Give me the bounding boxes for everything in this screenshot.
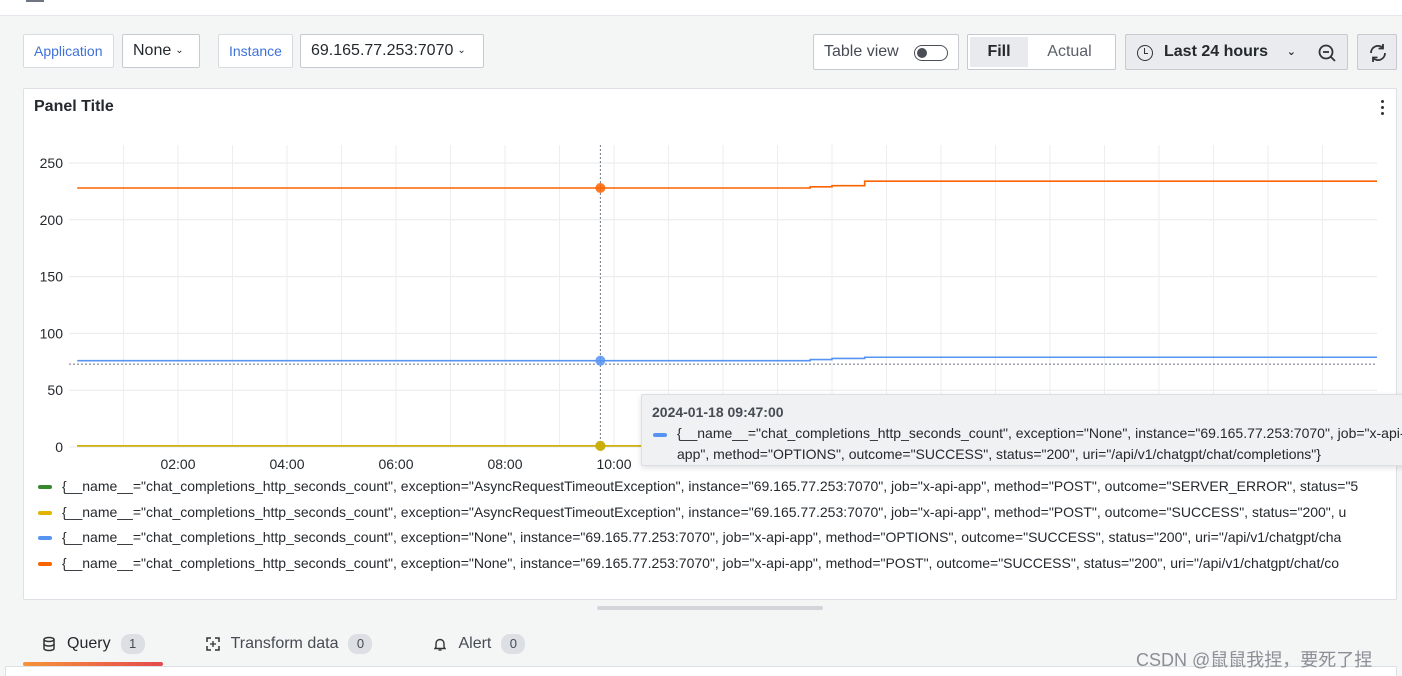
switch-knob bbox=[917, 47, 927, 58]
dashboard-toolbar: Application None ⌄ Instance 69.165.77.253… bbox=[0, 16, 1402, 86]
tooltip-series-swatch bbox=[653, 433, 667, 437]
legend-label: {__name__="chat_completions_http_seconds… bbox=[62, 503, 1347, 520]
tab-label: Query bbox=[67, 635, 111, 652]
transform-icon bbox=[205, 637, 220, 651]
chevron-down-icon: ⌄ bbox=[1286, 46, 1296, 58]
x-tick-label: 04:00 bbox=[269, 456, 304, 472]
x-axis: 02:00 04:00 06:00 08:00 10:00 bbox=[160, 456, 631, 472]
tab-count-badge: 0 bbox=[501, 634, 526, 654]
hover-cursor bbox=[595, 145, 606, 451]
legend-swatch bbox=[38, 510, 52, 515]
legend-item[interactable]: {__name__="chat_completions_http_seconds… bbox=[38, 526, 1388, 552]
menu-icon[interactable] bbox=[26, 0, 44, 2]
legend-item[interactable]: {__name__="chat_completions_http_seconds… bbox=[38, 475, 1388, 501]
hover-point bbox=[595, 440, 606, 451]
tooltip-series-label: {__name__="chat_completions_http_seconds… bbox=[677, 425, 1402, 462]
series-line-3 bbox=[77, 180, 1377, 189]
time-series-panel: Panel Title 0 50 100 150 200 250 02:00 04:00 06… bbox=[23, 88, 1402, 600]
tab-alert[interactable]: Alert 0 bbox=[414, 624, 543, 664]
y-tick-label: 200 bbox=[40, 212, 64, 228]
tab-count-badge: 0 bbox=[348, 634, 373, 654]
hover-tooltip: 2024-01-18 09:47:00 {__name__="chat_comp… bbox=[641, 394, 1402, 466]
zoom-out-icon bbox=[1318, 44, 1336, 62]
legend-label: {__name__="chat_completions_http_seconds… bbox=[62, 555, 1340, 572]
fill-button[interactable]: Fill bbox=[970, 37, 1028, 67]
tab-label: Transform data bbox=[230, 635, 339, 652]
legend-label: {__name__="chat_completions_http_seconds… bbox=[62, 529, 1342, 546]
table-view-label: Table view bbox=[824, 43, 899, 60]
legend-swatch bbox=[38, 485, 52, 489]
time-range-picker[interactable]: Last 24 hours ⌄ bbox=[1125, 34, 1309, 70]
editor-tabs: Query 1 Transform data 0 Alert 0 bbox=[23, 624, 567, 668]
bell-icon bbox=[434, 638, 447, 651]
variable-label-application: Application bbox=[23, 34, 114, 68]
tooltip-time: 2024-01-18 09:47:00 bbox=[652, 404, 784, 420]
refresh-icon bbox=[1370, 44, 1386, 62]
legend-swatch bbox=[38, 562, 52, 567]
y-tick-label: 100 bbox=[40, 325, 64, 341]
x-tick-label: 10:00 bbox=[596, 456, 631, 472]
variable-value-application: None bbox=[133, 42, 172, 59]
y-axis: 0 50 100 150 200 250 bbox=[40, 155, 64, 455]
y-tick-label: 150 bbox=[40, 269, 64, 285]
tab-label: Alert bbox=[458, 635, 492, 652]
actual-button[interactable]: Actual bbox=[1028, 37, 1111, 67]
y-tick-label: 0 bbox=[55, 439, 63, 455]
table-view-toggle-group[interactable]: Table view bbox=[813, 34, 959, 70]
chevron-down-icon: ⌄ bbox=[457, 45, 466, 56]
database-icon bbox=[43, 636, 55, 652]
tab-transform-data[interactable]: Transform data 0 bbox=[187, 624, 391, 664]
watermark: CSDN @鼠鼠我捏，要死了捏 bbox=[1136, 650, 1373, 670]
tab-query[interactable]: Query 1 bbox=[23, 624, 163, 666]
legend-item[interactable]: {__name__="chat_completions_http_seconds… bbox=[38, 501, 1388, 527]
y-tick-label: 50 bbox=[47, 382, 63, 398]
y-tick-label: 250 bbox=[40, 155, 64, 171]
time-range-label: Last 24 hours bbox=[1164, 43, 1269, 60]
variable-select-application[interactable]: None ⌄ bbox=[122, 34, 200, 68]
hover-point bbox=[595, 355, 606, 366]
refresh-button[interactable] bbox=[1357, 34, 1397, 70]
legend-swatch bbox=[38, 536, 52, 541]
legend-label: {__name__="chat_completions_http_seconds… bbox=[62, 478, 1359, 494]
tab-count-badge: 1 bbox=[120, 634, 145, 654]
hover-point bbox=[595, 182, 606, 193]
fill-actual-segmented: Fill Actual bbox=[967, 34, 1116, 70]
table-view-switch[interactable] bbox=[914, 45, 948, 61]
x-tick-label: 06:00 bbox=[378, 456, 413, 472]
clock-icon bbox=[1137, 45, 1153, 61]
variable-value-instance: 69.165.77.253:7070 bbox=[311, 42, 454, 59]
pane-resize-handle[interactable] bbox=[597, 606, 823, 610]
chart-legend: {__name__="chat_completions_http_seconds… bbox=[38, 475, 1388, 578]
top-nav-strip bbox=[0, 0, 1402, 16]
legend-item[interactable]: {__name__="chat_completions_http_seconds… bbox=[38, 552, 1388, 578]
chevron-down-icon: ⌄ bbox=[175, 45, 184, 56]
variable-select-instance[interactable]: 69.165.77.253:7070 ⌄ bbox=[300, 34, 484, 68]
zoom-out-button[interactable] bbox=[1308, 34, 1348, 70]
variable-label-instance: Instance bbox=[218, 34, 293, 68]
x-tick-label: 02:00 bbox=[160, 456, 195, 472]
series-line-2 bbox=[77, 356, 1377, 362]
x-tick-label: 08:00 bbox=[487, 456, 522, 472]
